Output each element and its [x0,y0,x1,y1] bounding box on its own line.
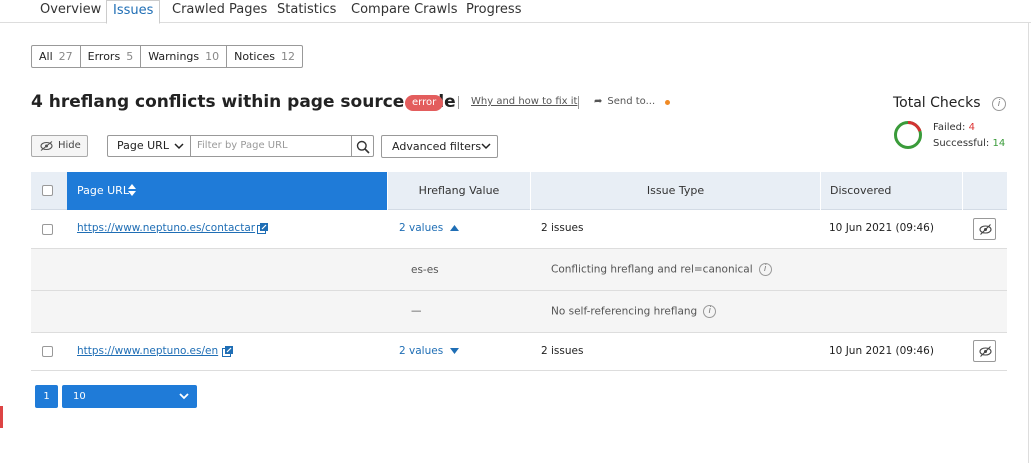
column-header-hreflang[interactable]: Hreflang Value [387,172,530,210]
share-arrow-icon: ➦ [594,96,603,107]
select-all-checkbox[interactable] [42,185,53,196]
why-fix-link[interactable]: Why and how to fix it [471,96,577,107]
checks-donut-chart [894,121,922,149]
advanced-filters-dropdown[interactable]: Advanced filters [381,135,498,158]
total-checks-title: Total Checks [893,95,981,111]
chevron-down-icon [179,393,189,400]
hide-row-button[interactable] [973,218,996,240]
count: 5 [126,50,134,63]
issue-description: No self-referencing hreflang i [551,305,717,318]
issue-count: 2 issues [541,345,584,357]
tab-bar: Overview Issues Crawled Pages Statistics… [0,0,1031,24]
column-header-discovered[interactable]: Discovered [820,172,962,210]
info-icon[interactable]: i [758,263,772,276]
tab-compare-crawls[interactable]: Compare Crawls [345,0,464,23]
hreflang-values-toggle[interactable]: 2 values [399,345,459,357]
eye-slash-icon [979,346,992,357]
chevron-down-icon [481,143,491,150]
send-to-button[interactable]: ➦ Send to... [594,96,655,107]
tab-statistics[interactable]: Statistics [271,0,342,23]
caret-up-icon [449,225,459,231]
search-icon [356,140,370,154]
detail-row: — No self-referencing hreflang i [31,291,1007,333]
hide-button[interactable]: Hide [31,135,88,157]
hreflang-value: — [411,305,422,317]
column-select[interactable]: Page URL [107,135,191,157]
count: 12 [281,50,296,63]
issue-filter-group: All 27 Errors 5 Warnings 10 Notices 12 [31,45,304,68]
page-url-link[interactable]: https://www.neptuno.es/contactar [77,222,255,234]
table-header: Page URL Hreflang Value Issue Type Disco… [31,172,1007,210]
detail-row: es-es Conflicting hreflang and rel=canon… [31,249,1007,291]
column-header-issue-type[interactable]: Issue Type [530,172,820,210]
table-row: https://www.neptuno.es/contactar 2 value… [31,210,1007,249]
panel-border [1028,23,1029,463]
page-title: 4 hreflang conflicts within page source … [31,92,456,112]
info-icon[interactable]: i [703,305,717,318]
failed-count: Failed: 4 [933,122,975,133]
divider [458,96,459,109]
table-row: https://www.neptuno.es/en 2 values 2 iss… [31,333,1007,371]
page-number-button[interactable]: 1 [35,385,58,408]
filter-warnings[interactable]: Warnings 10 [141,46,228,67]
hide-row-button[interactable] [973,340,996,362]
external-link-icon[interactable] [257,223,268,234]
sort-icon [128,184,136,196]
row-checkbox[interactable] [42,346,53,357]
row-checkbox[interactable] [42,224,53,235]
external-link-icon[interactable] [222,346,233,357]
count: 10 [205,50,220,63]
eye-slash-icon [979,224,992,235]
tab-progress[interactable]: Progress [460,0,527,23]
caret-down-icon [449,348,459,354]
column-header-actions [962,172,1007,210]
hreflang-value: es-es [411,264,439,276]
search-button[interactable] [351,135,374,157]
page-url-link[interactable]: https://www.neptuno.es/en [77,345,218,357]
hreflang-values-toggle[interactable]: 2 values [399,222,459,234]
per-page-select[interactable]: 10 [62,385,197,408]
filter-errors[interactable]: Errors 5 [81,46,142,67]
severity-badge: error [405,95,444,111]
issue-count: 2 issues [541,222,584,234]
count: 27 [58,50,73,63]
successful-count: Successful: 14 [933,138,1006,149]
column-header-page-url[interactable]: Page URL [67,172,387,210]
filter-notices[interactable]: Notices 12 [227,46,302,67]
chevron-down-icon [174,143,184,150]
discovered-date: 10 Jun 2021 (09:46) [829,345,934,357]
eye-slash-icon [40,141,53,151]
issue-description: Conflicting hreflang and rel=canonical i [551,263,772,276]
tab-crawled-pages[interactable]: Crawled Pages [166,0,273,23]
url-filter-input[interactable]: Filter by Page URL [190,135,352,157]
notification-dot [665,100,670,105]
side-marker [0,406,3,428]
tab-overview[interactable]: Overview [34,0,107,23]
info-icon[interactable]: i [992,97,1006,111]
filter-all[interactable]: All 27 [32,46,81,67]
divider [578,96,579,109]
discovered-date: 10 Jun 2021 (09:46) [829,222,934,234]
tab-issues[interactable]: Issues [106,0,161,24]
